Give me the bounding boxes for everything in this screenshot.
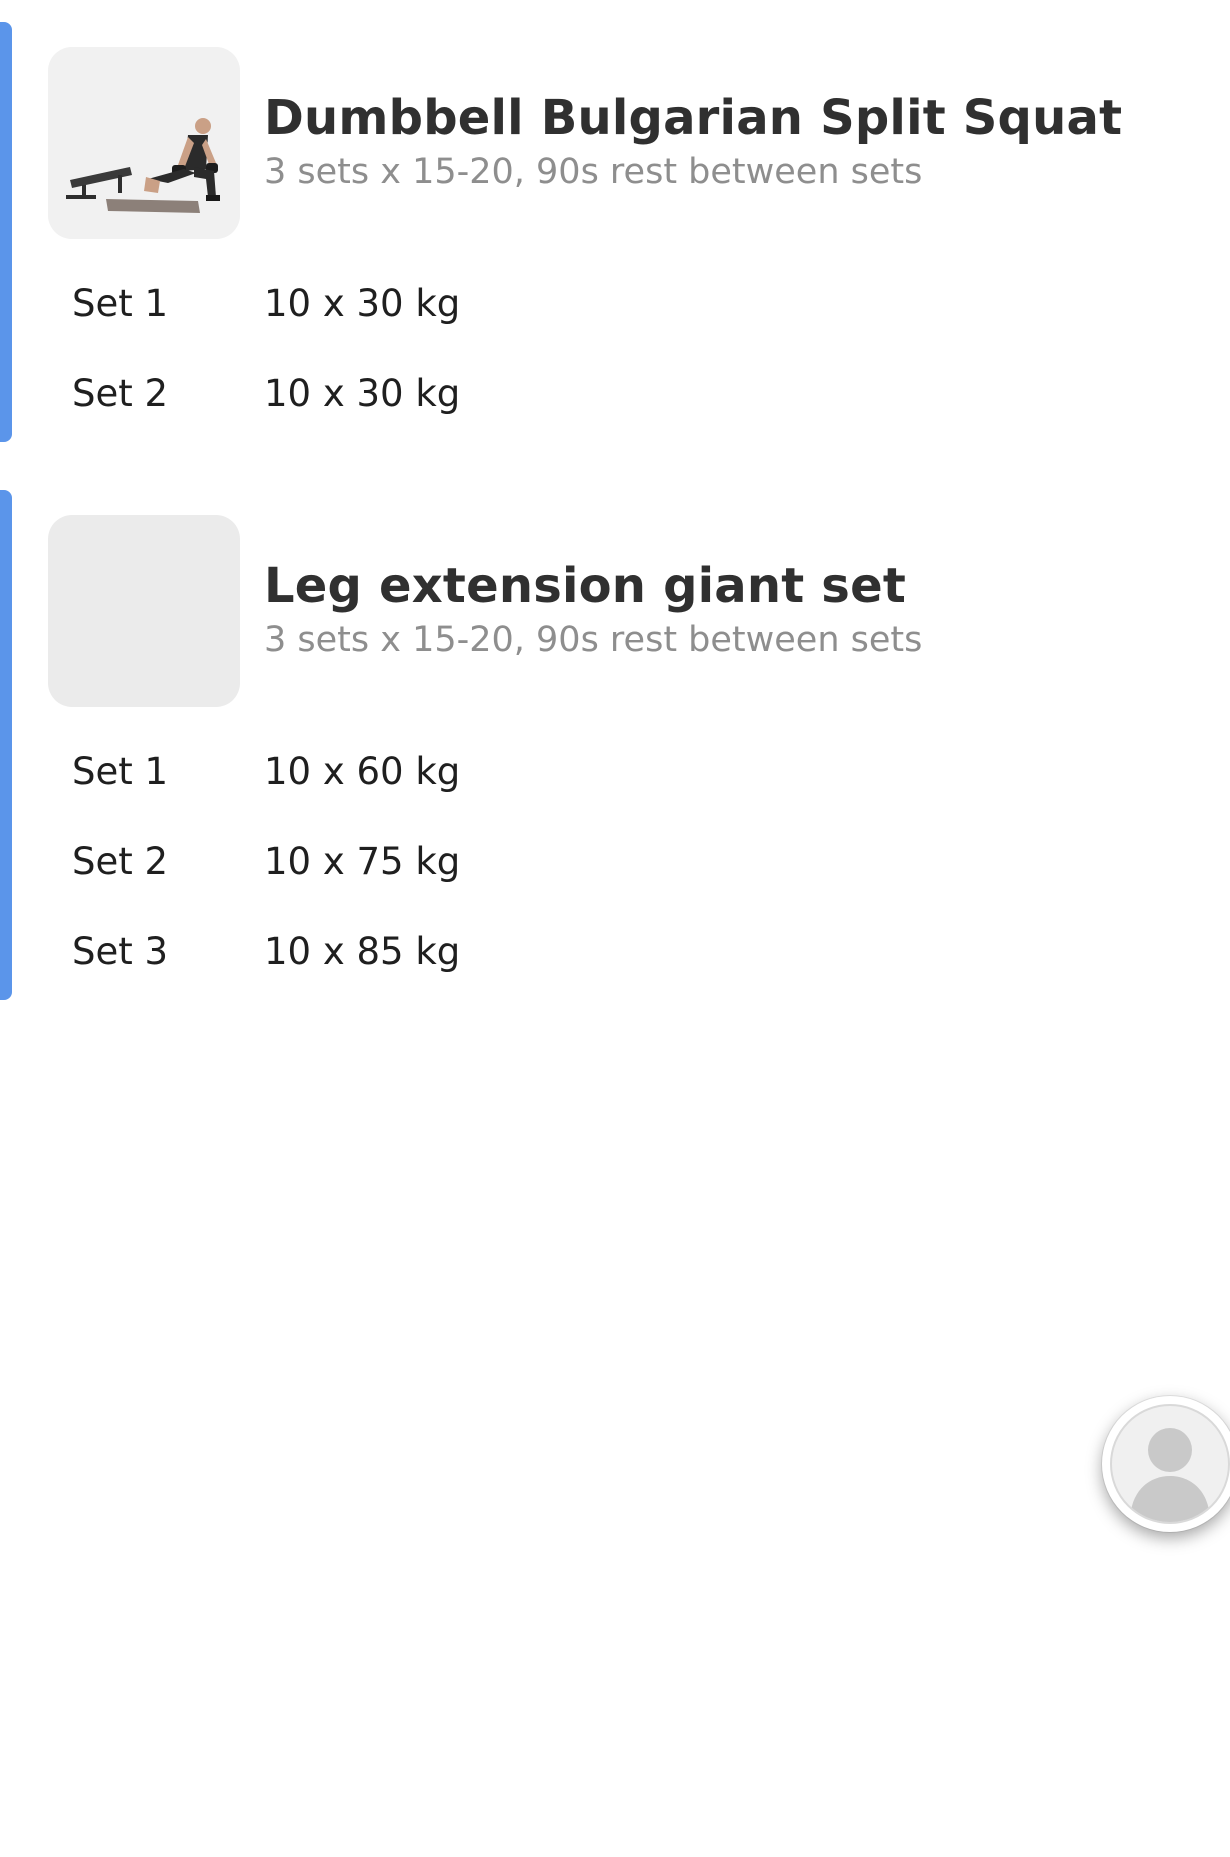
set-label: Set 1 [72, 750, 169, 793]
set-label: Set 1 [72, 282, 169, 325]
set-row[interactable]: Set 2 10 x 75 kg [0, 840, 800, 900]
exercise-card[interactable]: Dumbbell Bulgarian Split Squat 3 sets x … [0, 22, 1230, 442]
exercise-card[interactable]: Leg extension giant set 3 sets x 15-20, … [0, 490, 1230, 1000]
exercise-accent-bar [0, 490, 12, 1000]
set-row[interactable]: Set 3 10 x 85 kg [0, 930, 800, 990]
user-avatar-icon [1110, 1404, 1230, 1524]
set-value: 10 x 60 kg [264, 750, 461, 793]
set-value: 10 x 30 kg [264, 282, 461, 325]
set-value: 10 x 85 kg [264, 930, 461, 973]
set-row[interactable]: Set 1 10 x 30 kg [0, 282, 800, 342]
exercise-subtitle: 3 sets x 15-20, 90s rest between sets [264, 152, 923, 192]
set-label: Set 3 [72, 930, 169, 973]
exercise-thumbnail[interactable] [48, 47, 240, 239]
exercise-thumbnail-placeholder[interactable] [48, 515, 240, 707]
exercise-photo-icon [48, 47, 240, 239]
exercise-title: Dumbbell Bulgarian Split Squat [264, 90, 1123, 146]
floating-avatar-button[interactable] [1102, 1396, 1230, 1532]
set-label: Set 2 [72, 840, 169, 883]
set-row[interactable]: Set 1 10 x 60 kg [0, 750, 800, 810]
set-value: 10 x 30 kg [264, 372, 461, 415]
exercise-subtitle: 3 sets x 15-20, 90s rest between sets [264, 620, 923, 660]
person-silhouette-icon [1130, 1428, 1210, 1522]
exercise-title: Leg extension giant set [264, 558, 906, 614]
set-label: Set 2 [72, 372, 169, 415]
set-row[interactable]: Set 2 10 x 30 kg [0, 372, 800, 432]
set-value: 10 x 75 kg [264, 840, 461, 883]
